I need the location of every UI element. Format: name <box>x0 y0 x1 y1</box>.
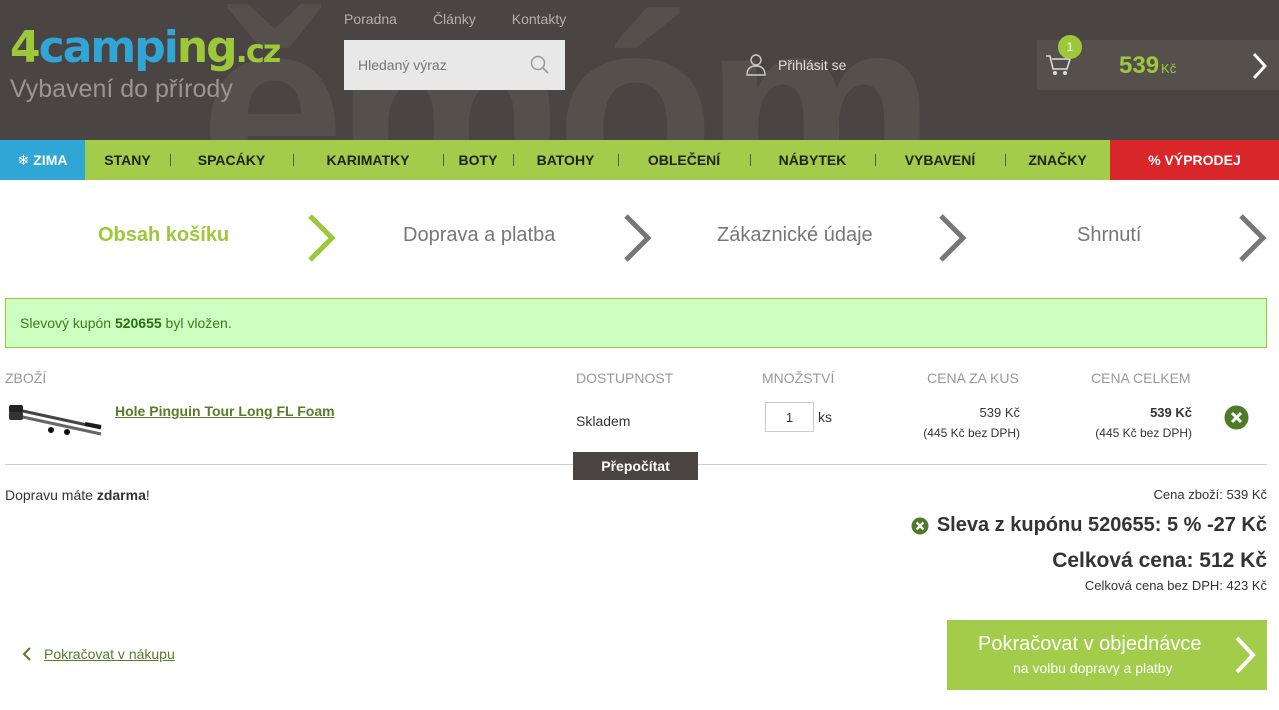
remove-item-icon[interactable] <box>1224 405 1249 430</box>
login-label: Přihlásit se <box>778 57 847 73</box>
quantity-unit: ks <box>818 409 832 425</box>
step-chevron-icon <box>624 214 652 262</box>
nav-item-boty[interactable]: BOTY <box>443 140 513 180</box>
nav-item-vybaveni[interactable]: VYBAVENÍ <box>875 140 1005 180</box>
toplink-kontakty[interactable]: Kontakty <box>512 11 566 27</box>
step-chevron-icon <box>1239 214 1267 262</box>
chevron-left-icon <box>22 647 31 661</box>
cart-count-badge: 1 <box>1058 35 1082 59</box>
unit-price: 539 Kč (445 Kč bez DPH) <box>923 405 1020 440</box>
cart-price: 539 Kč <box>1119 52 1177 79</box>
recalculate-button[interactable]: Přepočítat <box>573 452 698 480</box>
coupon-alert: Slevový kupón 520655 byl vložen. <box>5 298 1267 348</box>
nav-item-spacaky[interactable]: SPACÁKY <box>170 140 293 180</box>
quantity-input[interactable] <box>765 402 814 432</box>
nav-item-batohy[interactable]: BATOHY <box>513 140 618 180</box>
nav-item-nabytek[interactable]: NÁBYTEK <box>750 140 875 180</box>
grand-total: Celková cena: 512 Kč <box>1052 549 1267 572</box>
shipping-note: Dopravu máte zdarma! <box>5 487 150 503</box>
search-icon[interactable] <box>529 54 551 76</box>
product-availability: Skladem <box>576 413 631 429</box>
nav-item-zima[interactable]: ❄ ZIMA <box>0 140 85 180</box>
user-icon <box>746 54 766 76</box>
col-header-total: CENA CELKEM <box>1091 370 1191 386</box>
coupon-code: 520655 <box>114 315 162 331</box>
col-header-product: ZBOŽÍ <box>5 370 47 386</box>
nav-item-obleceni[interactable]: OBLEČENÍ <box>618 140 750 180</box>
checkout-steps: Obsah košíku Doprava a platba Zákaznické… <box>0 208 1279 268</box>
product-image[interactable] <box>5 398 105 440</box>
col-header-availability: DOSTUPNOST <box>576 370 674 386</box>
net-total: Celková cena bez DPH: 423 Kč <box>1084 578 1267 593</box>
nav-item-karimatky[interactable]: KARIMATKY <box>293 140 443 180</box>
nav-items: STANY SPACÁKY KARIMATKY BOTY BATOHY OBLE… <box>85 140 1110 180</box>
search-box <box>344 40 565 90</box>
login-link[interactable]: Přihlásit se <box>746 54 846 76</box>
chevron-right-icon <box>1235 636 1256 674</box>
chevron-right-icon <box>1252 52 1267 80</box>
goods-price: Cena zboží: 539 Kč <box>1153 487 1267 502</box>
logo-tagline: Vybavení do přírody <box>10 75 233 103</box>
continue-order-button[interactable]: Pokračovat v objednávce na volbu dopravy… <box>947 620 1267 690</box>
search-input[interactable] <box>344 40 514 90</box>
coupon-discount: Sleva z kupónu 520655: 5 % -27 Kč <box>911 514 1267 537</box>
cart-summary[interactable]: 1 539 Kč <box>1037 35 1279 90</box>
step-cart: Obsah košíku <box>98 224 230 246</box>
logo-wordmark: 4camping.cz <box>10 22 281 73</box>
nav-item-znacky[interactable]: ZNAČKY <box>1005 140 1110 180</box>
site-header: ěmóm 4camping.cz Vybavení do přírody Por… <box>0 0 1279 140</box>
step-chevron-icon <box>308 214 336 262</box>
top-links: Poradna Články Kontakty <box>344 11 566 27</box>
product-name-link[interactable]: Hole Pinguin Tour Long FL Foam <box>115 403 335 419</box>
nav-item-vyprodej[interactable]: % VÝPRODEJ <box>1110 140 1279 180</box>
site-logo[interactable]: 4camping.cz Vybavení do přírody <box>10 22 281 104</box>
step-chevron-icon <box>939 214 967 262</box>
remove-coupon-icon[interactable] <box>911 517 929 535</box>
snowflake-icon: ❄ <box>17 151 30 168</box>
step-shipping[interactable]: Doprava a platba <box>403 224 555 247</box>
main-nav: ❄ ZIMA STANY SPACÁKY KARIMATKY BOTY BATO… <box>0 140 1279 180</box>
toplink-poradna[interactable]: Poradna <box>344 11 397 27</box>
nav-item-stany[interactable]: STANY <box>85 140 170 180</box>
row-total-price: 539 Kč (445 Kč bez DPH) <box>1095 405 1192 440</box>
step-summary[interactable]: Shrnutí <box>1077 224 1141 247</box>
col-header-quantity: MNOŽSTVÍ <box>762 370 835 386</box>
toplink-clanky[interactable]: Články <box>433 11 476 27</box>
step-customer[interactable]: Zákaznické údaje <box>717 224 873 247</box>
col-header-unit-price: CENA ZA KUS <box>927 370 1019 386</box>
continue-shopping-link[interactable]: Pokračovat v nákupu <box>22 646 175 662</box>
